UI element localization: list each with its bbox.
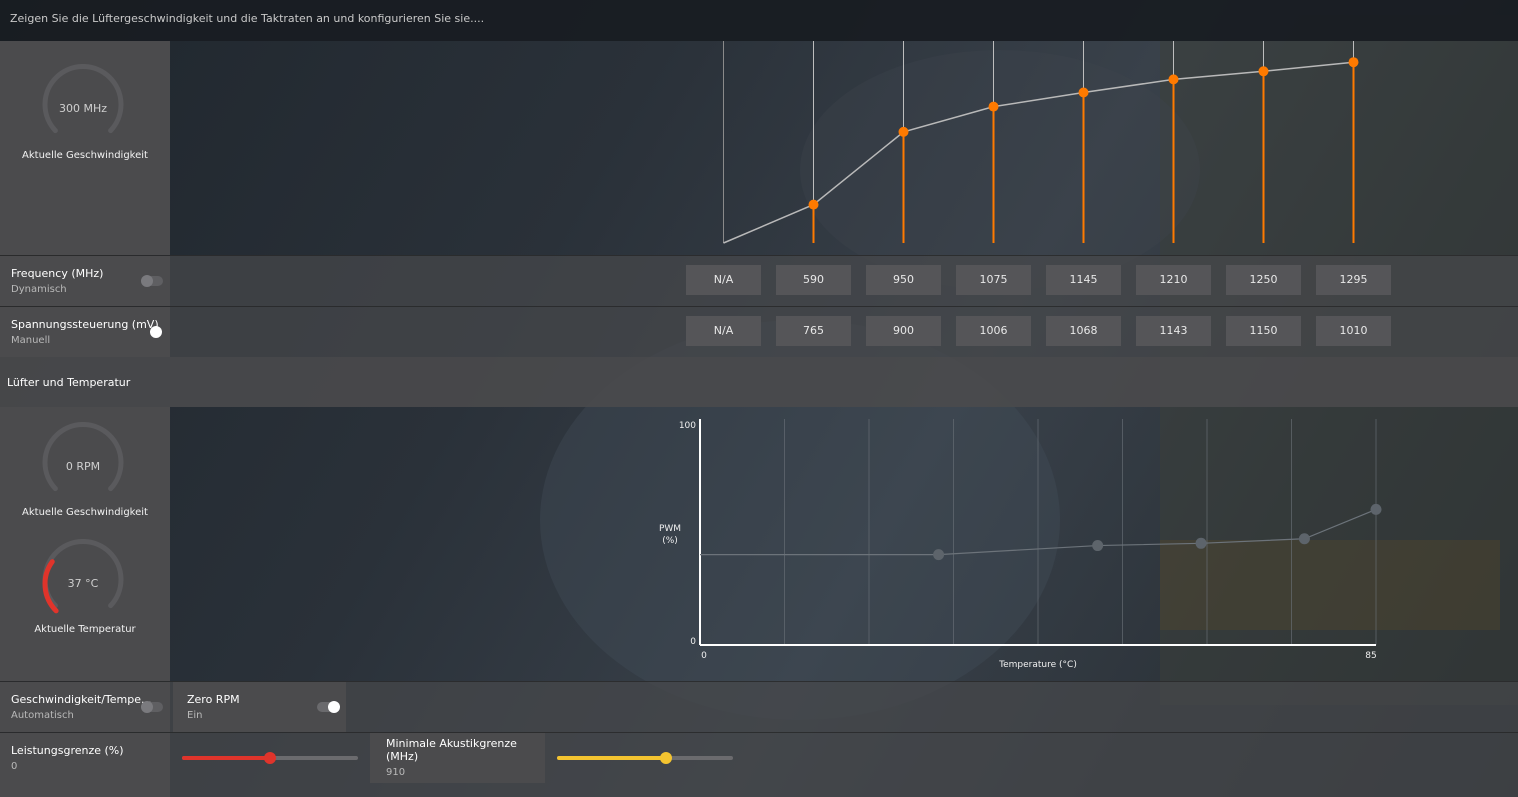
fan-point-4[interactable] [1298,533,1310,545]
voltage-cell-6[interactable]: 1143 [1136,316,1211,346]
next-row-label-panel [0,783,170,797]
frequency-title: Frequency (MHz) [11,267,104,280]
frequency-curve-chart[interactable] [170,41,1518,255]
clock-gauge-label: Aktuelle Geschwindigkeit [22,150,148,161]
header-title: Zeigen Sie die Lüftergeschwindigkeit und… [10,12,485,25]
frequency-mode-toggle[interactable] [141,275,163,287]
temperature-label: Aktuelle Temperatur [34,624,136,635]
voltage-cell-2[interactable]: 765 [776,316,851,346]
power-limit-title: Leistungsgrenze (%) [11,744,124,757]
fan-point-2[interactable] [1092,540,1104,552]
fan-x-axis-label: Temperature (°C) [998,660,1077,670]
fan-point-3[interactable] [1195,537,1207,549]
voltage-mode: Manuell [11,335,51,346]
frequency-cell-8[interactable]: 1295 [1316,265,1391,295]
frequency-mode: Dynamisch [11,284,67,295]
frequency-point-6[interactable] [1168,74,1179,85]
fan-x-tick-min: 0 [701,651,707,661]
temperature-value: 37 °C [67,577,99,590]
power-limit-slider[interactable] [182,752,358,764]
frequency-point-3[interactable] [898,126,909,137]
fan-y-tick-min: 0 [690,637,696,647]
power-limit-label-panel: Leistungsgrenze (%) 0 [0,733,170,783]
frequency-point-5[interactable] [1078,87,1089,98]
zero-rpm-state: Ein [187,710,203,721]
frequency-cell-4[interactable]: 1075 [956,265,1031,295]
fan-y-axis-label: PWM (%) [659,524,681,546]
fan-speed-gauge: 0 RPM [38,422,128,512]
zero-rpm-toggle[interactable] [317,701,340,713]
voltage-cell-5[interactable]: 1068 [1046,316,1121,346]
voltage-cell-7[interactable]: 1150 [1226,316,1301,346]
fan-mode-title: Geschwindigkeit/Tempe... [11,693,152,706]
limits-row: Leistungsgrenze (%) 0 Minimale Akustikgr… [0,732,1518,783]
acoustic-limit-slider-thumb[interactable] [660,752,673,764]
acoustic-limit-value: 910 [386,767,406,778]
clock-gauge-panel: 300 MHz Aktuelle Geschwindigkeit [0,41,170,255]
header-bar: Zeigen Sie die Lüftergeschwindigkeit und… [0,0,1518,41]
fan-speed-label: Aktuelle Geschwindigkeit [22,507,148,518]
zero-rpm-title: Zero RPM [187,693,240,706]
next-row [170,783,1518,797]
fan-mode-value: Automatisch [11,710,74,721]
fan-y-tick-max: 100 [679,421,696,431]
fan-speed-value: 0 RPM [65,460,101,473]
frequency-point-4[interactable] [988,101,999,112]
fan-point-1[interactable] [933,549,945,561]
fan-section-title: Lüfter und Temperatur [7,376,131,389]
voltage-title: Spannungssteuerung (mV) [11,318,159,331]
fan-mode-toggle[interactable] [141,701,163,713]
voltage-label-panel: Spannungssteuerung (mV) Manuell [0,307,170,357]
frequency-cell-1[interactable]: N/A [686,265,761,295]
voltage-cell-3[interactable]: 900 [866,316,941,346]
frequency-cell-6[interactable]: 1210 [1136,265,1211,295]
frequency-point-7[interactable] [1258,66,1269,77]
acoustic-limit-slider-fill [557,756,667,760]
power-limit-value: 0 [11,761,18,772]
power-limit-slider-fill [182,756,270,760]
temperature-gauge: 37 °C [38,539,128,629]
clock-gauge: 300 MHz [38,64,128,154]
frequency-cell-2[interactable]: 590 [776,265,851,295]
voltage-cell-8[interactable]: 1010 [1316,316,1391,346]
frequency-point-2[interactable] [808,199,819,210]
frequency-cell-5[interactable]: 1145 [1046,265,1121,295]
frequency-point-8[interactable] [1348,57,1359,68]
zero-rpm-panel: Zero RPM Ein [173,682,346,732]
fan-temperature-section-header: Lüfter und Temperatur [0,357,1518,407]
frequency-cell-7[interactable]: 1250 [1226,265,1301,295]
clock-gauge-value: 300 MHz [58,102,108,115]
fan-mode-row: Geschwindigkeit/Tempe... Automatisch Zer… [0,681,1518,732]
frequency-label-panel: Frequency (MHz) Dynamisch [0,256,170,306]
power-limit-slider-thumb[interactable] [264,752,276,764]
fan-point-5[interactable] [1370,503,1382,515]
fan-curve-chart[interactable]: 100 00 85 Temperature (°C) PWM (%) [170,407,1518,681]
voltage-cell-4[interactable]: 1006 [956,316,1031,346]
frequency-curve-line [723,61,1354,244]
fan-mode-label-panel: Geschwindigkeit/Tempe... Automatisch [0,682,170,732]
voltage-mode-toggle[interactable] [140,326,162,338]
fan-gauge-panel: 0 RPM Aktuelle Geschwindigkeit 37 °C Akt… [0,407,170,681]
frequency-cell-3[interactable]: 950 [866,265,941,295]
acoustic-limit-panel: Minimale Akustikgrenze (MHz) 910 [370,733,545,783]
fan-x-tick-max: 85 [1365,651,1376,661]
voltage-cell-1[interactable]: N/A [686,316,761,346]
acoustic-limit-slider[interactable] [557,752,733,764]
acoustic-limit-title: Minimale Akustikgrenze (MHz) [386,737,517,763]
